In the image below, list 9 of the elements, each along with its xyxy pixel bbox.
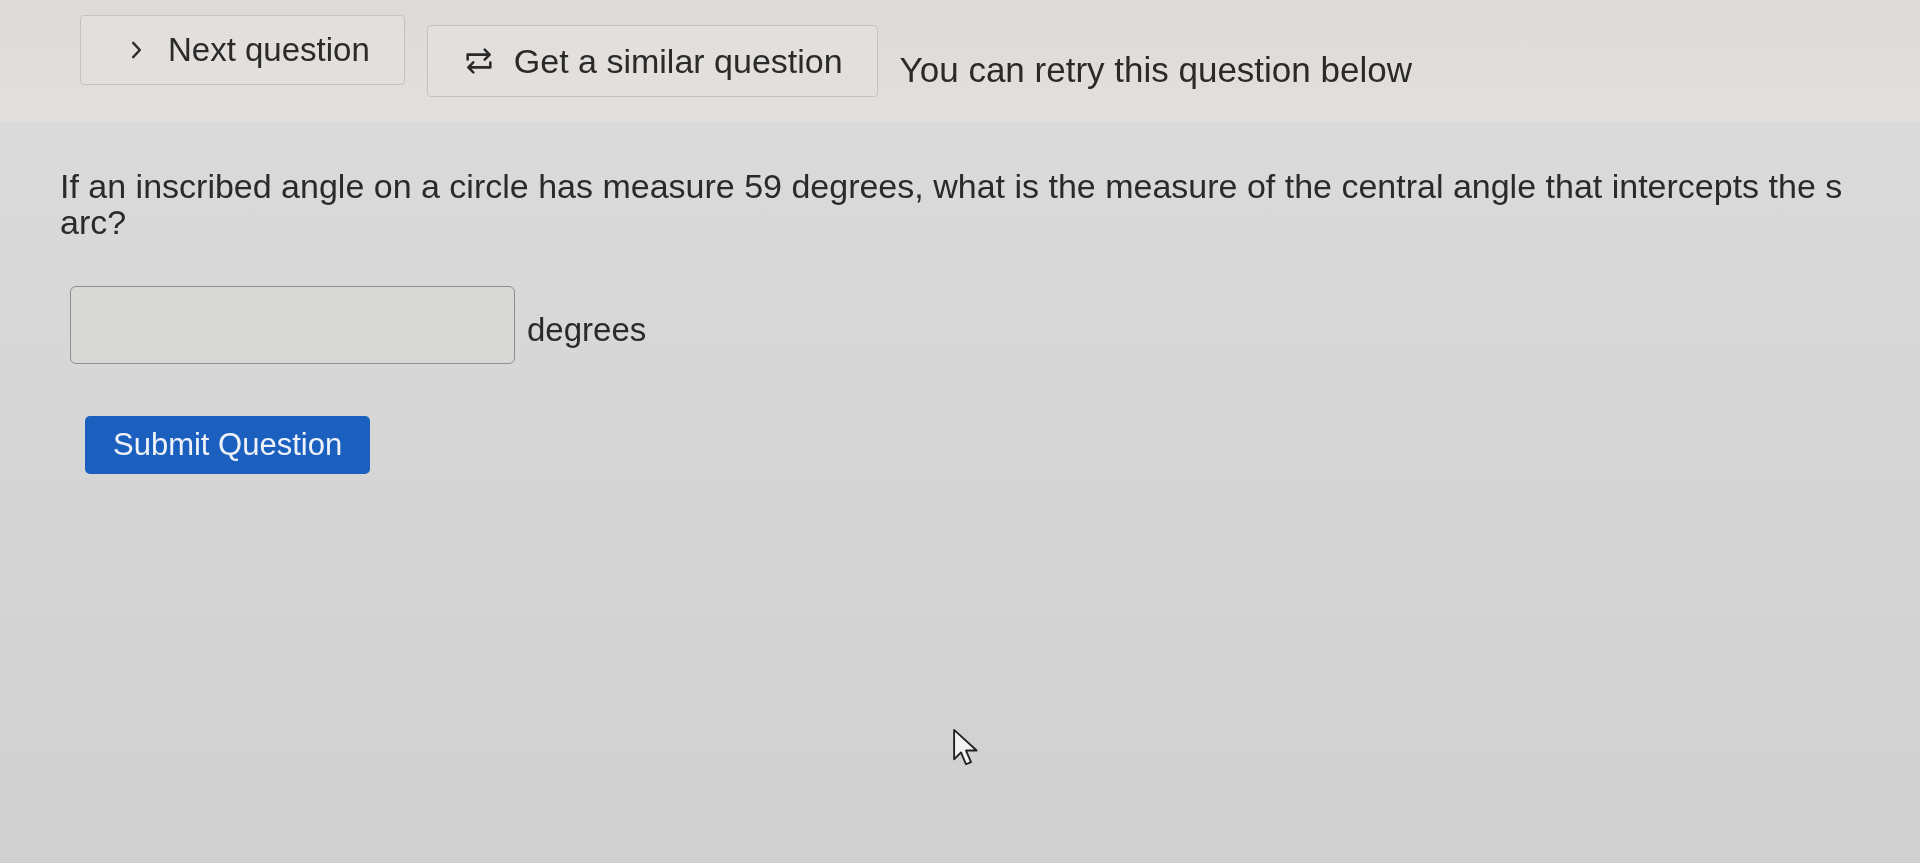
submit-question-button[interactable]: Submit Question <box>85 416 371 474</box>
retry-message: You can retry this question below <box>899 50 1412 90</box>
mouse-pointer-icon <box>952 728 980 768</box>
question-text: If an inscribed angle on a circle has measure 59 degrees, what is the measure of the central angle that intercepts the s arc? <box>60 168 1844 240</box>
next-question-button[interactable]: Next question <box>80 15 405 85</box>
similar-question-button[interactable]: Get a similar question <box>426 25 878 97</box>
chevron-right-icon <box>131 41 142 59</box>
unit-label: degrees <box>527 311 647 349</box>
answer-input-field[interactable] <box>70 286 515 364</box>
